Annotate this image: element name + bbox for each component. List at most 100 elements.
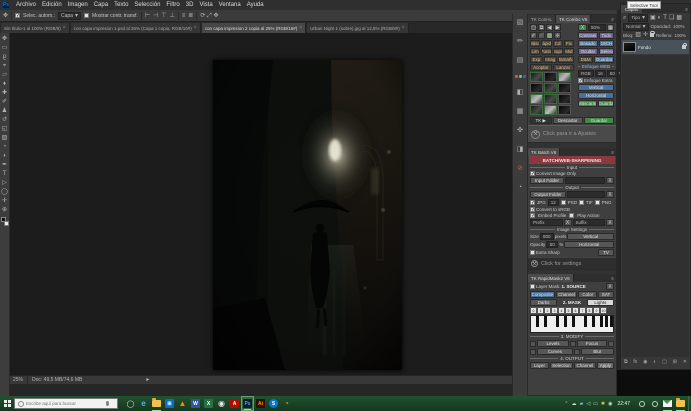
menu-archivo[interactable]: Archivo <box>16 2 36 8</box>
mask-thumb[interactable] <box>558 72 571 82</box>
convert-image-only-checkbox[interactable] <box>530 171 535 176</box>
png-checkbox[interactable] <box>595 200 600 205</box>
modify-aux-3[interactable] <box>608 341 614 347</box>
lock-position-icon[interactable]: ✛ <box>643 32 648 38</box>
opacity-value-field[interactable]: 50 <box>546 241 558 248</box>
zone-piano-keyboard[interactable] <box>530 315 614 333</box>
clear-output-button[interactable]: X <box>606 191 614 198</box>
paint-green-icon[interactable]: ▨ <box>546 32 553 39</box>
blur-tool[interactable]: ◔ <box>3 143 7 152</box>
taskbar-store[interactable]: ⊞ <box>163 396 176 411</box>
new-group-icon[interactable]: ▢ <box>662 359 667 365</box>
tk-dm-button[interactable]: D&M <box>578 56 593 63</box>
document-tab-3-active[interactable]: con capa impresion 2 copia al 25% (RGB/1… <box>202 23 306 33</box>
layer-row-fondo[interactable]: Fondo <box>622 40 689 54</box>
batch-settings-bar[interactable]: ⚒ Click for settings <box>528 257 616 270</box>
input-folder-button[interactable]: Input Folder <box>530 177 564 184</box>
menu-seleccion[interactable]: Selección <box>134 2 160 8</box>
tk-save-button[interactable]: Guardar <box>594 56 614 63</box>
document-tab-2[interactable]: con capa impresion 1.psd al 25% (Capa 1 … <box>71 23 201 33</box>
align-top-icon[interactable]: ⊤ <box>161 13 166 19</box>
brush-tool[interactable]: ✐ <box>2 98 7 107</box>
zoom-tool[interactable]: ⊕ <box>2 206 7 215</box>
darks-button[interactable]: Darks <box>530 299 557 306</box>
tk-mini-button[interactable]: Punto <box>541 48 551 55</box>
tray-onedrive-icon[interactable]: ☁ <box>571 401 576 407</box>
percent-field[interactable]: 50% <box>588 24 606 31</box>
mask-thumb[interactable] <box>530 72 543 82</box>
brush-icon[interactable]: ✐ <box>530 32 537 39</box>
opacity-value[interactable]: 100% <box>673 24 685 29</box>
path-select-tool[interactable]: ▷ <box>2 179 7 188</box>
tray-volume-icon[interactable]: ◁ <box>586 401 590 407</box>
hand-tool[interactable]: ✛ <box>2 197 7 206</box>
fill-value[interactable]: 100% <box>674 33 686 38</box>
mask-thumb[interactable] <box>558 105 571 115</box>
taskbar-search[interactable] <box>14 398 118 409</box>
brush-panel-icon[interactable]: ✏ <box>517 37 523 46</box>
distribute-icon[interactable]: ≡ <box>182 13 186 19</box>
lasso-tool[interactable]: ϱ <box>3 53 6 62</box>
gradient-tool[interactable]: ▨ <box>2 134 8 143</box>
taskbar-illustrator[interactable]: Ai <box>254 396 267 411</box>
color-button[interactable]: Color <box>578 291 597 298</box>
navigator-panel-icon[interactable]: ✜ <box>517 126 523 135</box>
type-tool[interactable]: T <box>3 170 7 179</box>
embed-profile-checkbox[interactable] <box>530 213 535 218</box>
tray-battery-icon[interactable]: ▭ <box>593 401 598 407</box>
tk-based-button[interactable]: Basado <box>578 40 598 47</box>
taskbar-cortana[interactable]: ◯ <box>124 396 137 411</box>
distribute-vertical-icon[interactable]: ≣ <box>188 13 193 19</box>
checker-icon[interactable]: ▦ <box>607 24 614 31</box>
extra-sharp-checkbox[interactable] <box>530 250 535 255</box>
tray-caret-icon[interactable]: ⌃ <box>564 401 568 407</box>
properties-panel-icon[interactable]: ▤ <box>517 56 524 65</box>
menu-edicion[interactable]: Edición <box>42 2 62 8</box>
search-input[interactable] <box>26 401 104 406</box>
taskbar-clock[interactable]: 22:47 <box>617 401 630 407</box>
zone-7-button[interactable]: 7 <box>579 307 586 314</box>
tk-all-button[interactable]: Todo <box>599 32 614 39</box>
menu-texto[interactable]: Texto <box>114 2 128 8</box>
show-transform-checkbox[interactable] <box>84 13 89 18</box>
panel-menu-icon[interactable]: ≡ <box>685 7 690 13</box>
histogram-panel-icon[interactable]: ▦ <box>517 107 524 116</box>
tab-tk-conhl[interactable]: TK ConHL <box>528 15 556 23</box>
guarda-button[interactable]: Guarda <box>598 100 614 107</box>
tk-16ch-button[interactable]: 16CH <box>599 40 614 47</box>
filter-smartobject-icon[interactable]: ▦ <box>676 15 682 21</box>
auto-select-dropdown[interactable]: Capa▾ <box>58 12 81 20</box>
zone-2-button[interactable]: 2 <box>544 307 551 314</box>
menu-imagen[interactable]: Imagen <box>68 2 88 8</box>
layer-thumbnail[interactable] <box>623 42 636 52</box>
filter-type-icon[interactable]: T <box>663 15 667 21</box>
history-brush-tool[interactable]: ↺ <box>2 116 7 125</box>
taskbar-edge[interactable]: e <box>137 396 150 411</box>
tray-warning-icon[interactable]: ✱ <box>601 401 605 407</box>
zone-5-button[interactable]: 5 <box>565 307 572 314</box>
taskbar-app-circle-1[interactable] <box>635 396 648 411</box>
status-flyout-arrow[interactable]: ▸ <box>146 377 149 383</box>
blur-button[interactable]: Blur <box>581 348 614 355</box>
taskbar-word[interactable]: W <box>189 396 202 411</box>
tk-mini-button[interactable]: Exp <box>530 56 543 63</box>
taskbar-excel[interactable]: X <box>202 396 215 411</box>
size-value-field[interactable]: 800 <box>540 233 554 240</box>
tk-mini-button[interactable]: Cd <box>553 40 563 47</box>
prefix-field[interactable]: Prefix <box>530 219 563 226</box>
link-layers-icon[interactable]: ⧉ <box>624 359 628 365</box>
marquee-tool[interactable]: ▭ <box>2 44 8 53</box>
output-selection-button[interactable]: Selection <box>550 362 573 369</box>
lock-all-icon[interactable] <box>650 33 654 37</box>
play-action-checkbox[interactable] <box>569 213 574 218</box>
color-swatches[interactable] <box>1 217 9 226</box>
align-right-icon[interactable]: ⊣ <box>153 13 158 19</box>
modify-aux-5[interactable] <box>574 349 580 355</box>
document-tab-1[interactable]: Sin título-1 al 100% (RGB/8)× <box>1 23 70 33</box>
tk-mini-button[interactable]: Imag <box>544 56 557 63</box>
adjustment-layer-icon[interactable]: ◐ <box>653 359 656 365</box>
taskbar-acrobat[interactable]: A <box>228 396 241 411</box>
duplicate-doc-icon[interactable]: ⧉ <box>538 24 545 31</box>
horizontal-button[interactable]: Horizontal <box>578 92 614 99</box>
dodge-tool[interactable]: ◗ <box>3 152 7 161</box>
